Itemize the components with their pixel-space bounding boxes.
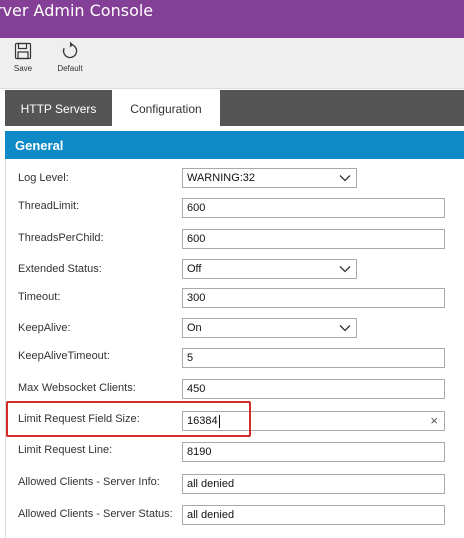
allowed-clients-server-info-label: Allowed Clients - Server Info:: [18, 476, 160, 488]
log-level-label: Log Level:: [18, 172, 69, 184]
extended-status-select[interactable]: Off: [182, 259, 357, 279]
log-level-value: WARNING:32: [187, 172, 256, 184]
limit-request-line-value: 8190: [187, 446, 212, 458]
thread-limit-label: ThreadLimit:: [18, 200, 80, 212]
save-button[interactable]: Save: [10, 42, 36, 73]
tab-configuration[interactable]: Configuration: [112, 90, 220, 127]
extended-status-label: Extended Status:: [18, 263, 102, 275]
max-websocket-clients-input[interactable]: 450: [182, 379, 445, 399]
threads-per-child-input[interactable]: 600: [182, 229, 445, 249]
allowed-clients-server-status-value: all denied: [187, 509, 235, 521]
chevron-down-icon: [339, 325, 351, 332]
keep-alive-timeout-value: 5: [187, 352, 194, 364]
allowed-clients-server-status-label: Allowed Clients - Server Status:: [18, 508, 173, 520]
clear-icon[interactable]: ×: [430, 412, 438, 430]
keep-alive-value: On: [187, 322, 202, 334]
timeout-input[interactable]: 300: [182, 288, 445, 308]
keep-alive-timeout-input[interactable]: 5: [182, 348, 445, 368]
keep-alive-label: KeepAlive:: [18, 322, 71, 334]
keep-alive-timeout-label: KeepAliveTimeout:: [18, 350, 110, 362]
tab-bar: HTTP Servers Configuration: [5, 90, 464, 127]
log-level-select[interactable]: WARNING:32: [182, 168, 357, 188]
default-label: Default: [57, 64, 83, 73]
save-icon: [14, 42, 32, 60]
default-button[interactable]: Default: [52, 42, 88, 73]
timeout-label: Timeout:: [18, 291, 61, 303]
thread-limit-value: 600: [187, 202, 206, 214]
chevron-down-icon: [339, 266, 351, 273]
limit-request-line-input[interactable]: 8190: [182, 442, 445, 462]
title-bar: rver Admin Console: [0, 0, 464, 38]
save-label: Save: [13, 64, 33, 73]
tab-http-servers[interactable]: HTTP Servers: [5, 90, 112, 126]
keep-alive-select[interactable]: On: [182, 318, 357, 338]
timeout-value: 300: [187, 292, 206, 304]
threads-per-child-value: 600: [187, 233, 206, 245]
allowed-clients-server-info-input[interactable]: all denied: [182, 474, 445, 494]
toolbar: Save Default: [0, 38, 464, 89]
app-title: rver Admin Console: [0, 1, 154, 20]
max-websocket-clients-value: 450: [187, 383, 206, 395]
allowed-clients-server-status-input[interactable]: all denied: [182, 505, 445, 525]
limit-request-line-label: Limit Request Line:: [18, 444, 113, 456]
reset-icon: [62, 42, 78, 59]
section-header-general[interactable]: General: [5, 131, 464, 159]
highlight-box: [6, 401, 251, 437]
chevron-down-icon: [339, 175, 351, 182]
extended-status-value: Off: [187, 263, 202, 275]
threads-per-child-label: ThreadsPerChild:: [18, 232, 104, 244]
max-websocket-clients-label: Max Websocket Clients:: [18, 382, 136, 394]
allowed-clients-server-info-value: all denied: [187, 478, 235, 490]
thread-limit-input[interactable]: 600: [182, 198, 445, 218]
